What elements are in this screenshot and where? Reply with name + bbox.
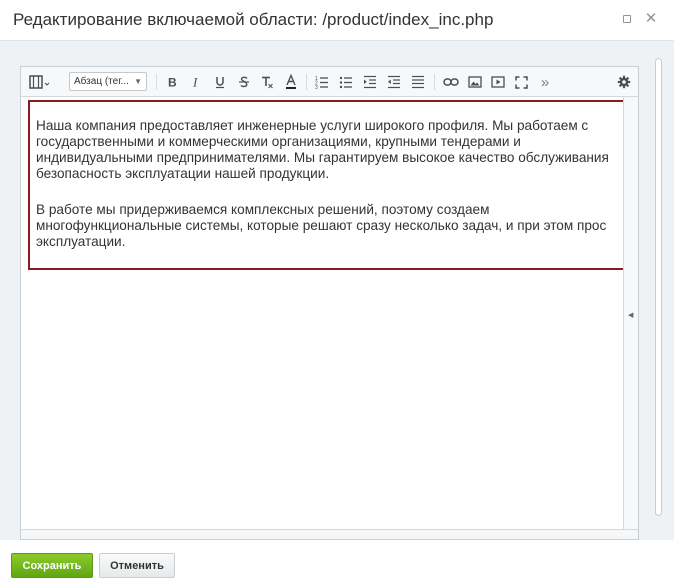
font-color-button[interactable] <box>283 72 299 92</box>
underline-icon <box>216 77 224 89</box>
maximize-button[interactable] <box>619 11 635 27</box>
editor-bottom-bar <box>21 529 638 539</box>
chevron-left-icon: ◀ <box>628 312 634 319</box>
insert-image-button[interactable] <box>466 72 484 92</box>
editor-toolbar: Абзац (тег... ▼ B I 1 2 3 » <box>21 67 638 97</box>
remove-format-icon <box>262 76 273 89</box>
image-icon <box>468 76 482 88</box>
text-line: эксплуатации. <box>36 234 126 249</box>
align-button[interactable] <box>410 72 426 92</box>
indent-icon <box>364 75 376 89</box>
maximize-icon <box>623 15 631 23</box>
outdent-button[interactable] <box>386 72 402 92</box>
font-color-icon <box>286 74 296 89</box>
svg-text:B: B <box>168 76 177 90</box>
side-panel-toggle[interactable]: ◀ <box>624 97 638 529</box>
link-button[interactable] <box>442 72 460 92</box>
text-line: безопасность эксплуатации нашей продукци… <box>36 166 330 181</box>
insert-video-button[interactable] <box>489 72 507 92</box>
cancel-button[interactable]: Отменить <box>99 553 175 578</box>
outdent-icon <box>388 75 400 89</box>
include-area-text: Наша компания предоставляет инженерные у… <box>36 118 626 250</box>
strikethrough-icon <box>239 76 249 88</box>
view-mode-icon <box>29 75 50 89</box>
align-icon <box>412 75 424 89</box>
toolbar-divider <box>434 74 435 90</box>
link-icon <box>443 78 459 86</box>
unordered-list-icon <box>339 76 352 89</box>
toolbar-divider <box>156 74 157 90</box>
view-mode-button[interactable] <box>27 72 53 92</box>
text-line: В работе мы придерживаемся комплексных р… <box>36 202 490 217</box>
underline-button[interactable] <box>212 72 228 92</box>
editor-content-area[interactable]: Наша компания предоставляет инженерные у… <box>21 97 628 529</box>
fullscreen-button[interactable] <box>512 72 530 92</box>
include-area-block[interactable]: Наша компания предоставляет инженерные у… <box>28 100 628 270</box>
svg-text:I: I <box>192 75 198 89</box>
more-tools-button[interactable]: » <box>536 72 554 92</box>
bold-button[interactable]: B <box>164 72 180 92</box>
text-line: многофункциональные системы, которые реш… <box>36 218 607 233</box>
paragraph-style-select[interactable]: Абзац (тег... ▼ <box>69 72 147 91</box>
html-editor: Абзац (тег... ▼ B I 1 2 3 » Наша компани… <box>20 66 639 540</box>
text-line: индивидуальными предпринимателями. Мы га… <box>36 150 609 165</box>
unordered-list-button[interactable] <box>338 72 354 92</box>
gear-icon <box>617 75 631 89</box>
video-icon <box>491 76 505 88</box>
strikethrough-button[interactable] <box>236 72 252 92</box>
fullscreen-icon <box>514 75 528 89</box>
dialog-header: Редактирование включаемой области: /prod… <box>0 0 674 40</box>
close-button[interactable]: ✕ <box>643 11 659 27</box>
ordered-list-icon: 1 2 3 <box>315 76 328 89</box>
save-button[interactable]: Сохранить <box>11 553 93 578</box>
italic-button[interactable]: I <box>188 72 204 92</box>
toolbar-divider <box>306 74 307 90</box>
bold-icon: B <box>168 76 177 90</box>
svg-text:3: 3 <box>315 85 318 89</box>
italic-icon: I <box>192 75 198 89</box>
chevron-down-icon: ▼ <box>134 77 142 86</box>
remove-format-button[interactable] <box>259 72 275 92</box>
text-line: Наша компания предоставляет инженерные у… <box>36 118 589 133</box>
ordered-list-button[interactable]: 1 2 3 <box>314 72 330 92</box>
dialog-scrollbar[interactable] <box>655 58 662 516</box>
paragraph-style-value: Абзац (тег... <box>74 76 129 87</box>
settings-button[interactable] <box>615 72 633 92</box>
dialog-footer: Сохранить Отменить <box>0 540 674 588</box>
indent-button[interactable] <box>362 72 378 92</box>
close-icon: ✕ <box>644 10 658 27</box>
dialog-title: Редактирование включаемой области: /prod… <box>13 10 494 29</box>
text-line: государственными и коммерческими организ… <box>36 134 521 149</box>
